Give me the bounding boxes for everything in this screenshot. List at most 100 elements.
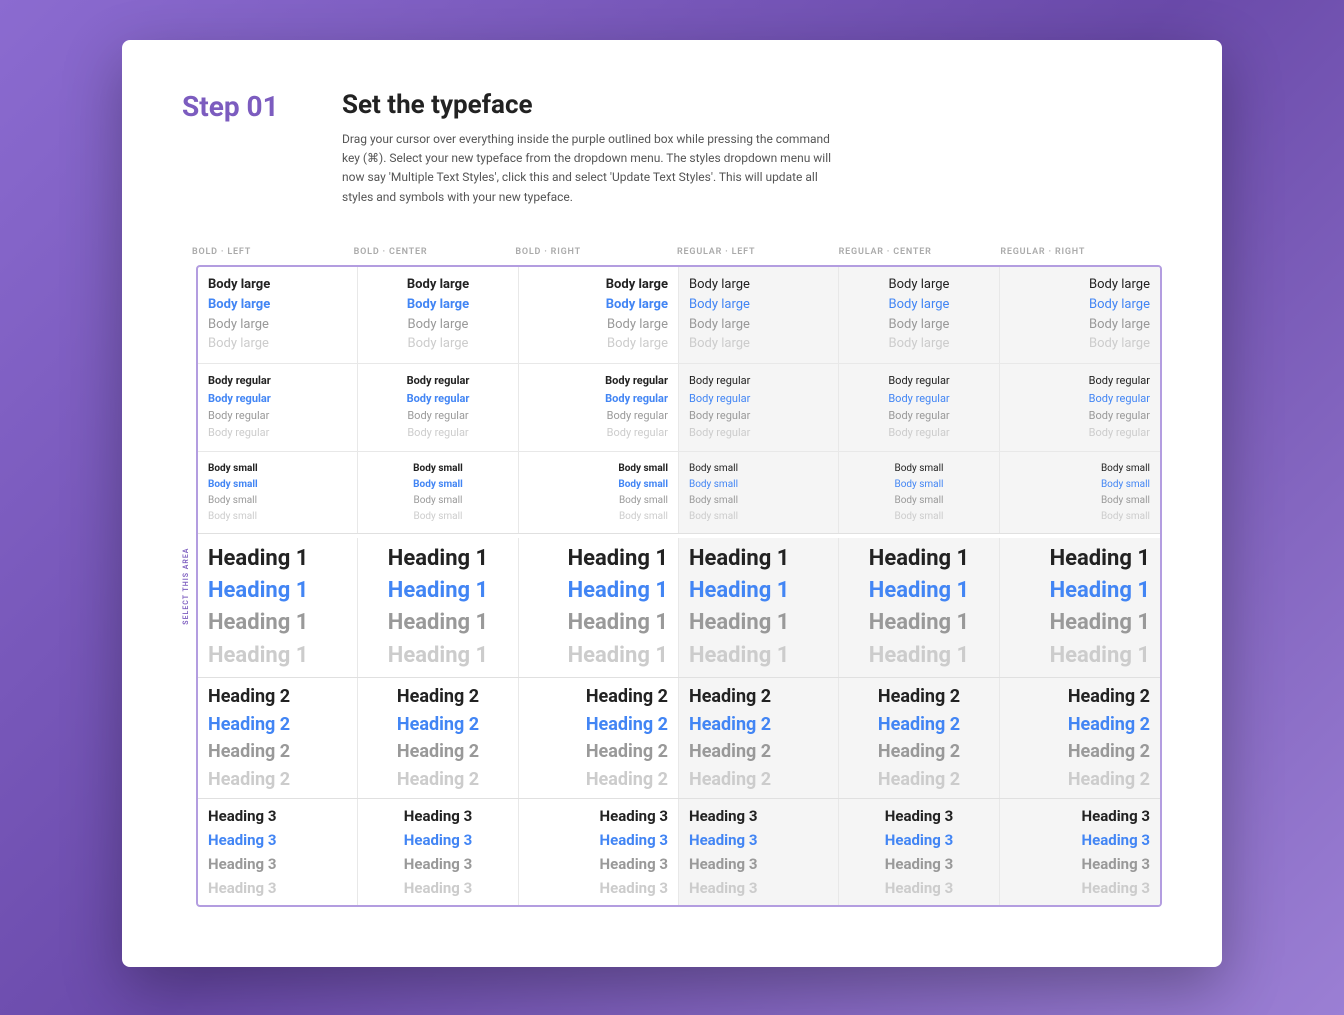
text-row: Body large	[1010, 277, 1150, 294]
h3-col-1: Heading 3 Heading 3 Heading 3 Heading 3	[358, 799, 518, 905]
columns-header: BOLD · LEFT BOLD · CENTER BOLD · RIGHT R…	[182, 247, 1162, 257]
body-regular-section: Body regular Body regular Body regular B…	[198, 364, 1160, 451]
text-row: Body small	[368, 510, 507, 523]
h1-col-5: Heading 1 Heading 1 Heading 1 Heading 1	[1000, 538, 1160, 678]
body-small-col-0: Body small Body small Body small Body sm…	[198, 452, 358, 533]
h2-col-4: Heading 2 Heading 2 Heading 2 Heading 2	[839, 678, 999, 798]
text-row: Body small	[529, 494, 668, 507]
body-small-col-4: Body small Body small Body small Body sm…	[839, 452, 999, 533]
heading1-row: Heading 1	[529, 643, 668, 669]
text-row: Body regular	[529, 426, 668, 440]
step-number: Step 01	[182, 90, 302, 123]
heading2-row: Heading 2	[208, 741, 347, 763]
heading3-row: Heading 3	[689, 807, 828, 825]
h1-col-0: Heading 1 Heading 1 Heading 1 Heading 1	[198, 538, 358, 678]
text-row: Body regular	[368, 426, 507, 440]
heading1-row: Heading 1	[849, 643, 988, 669]
heading2-row: Heading 2	[529, 714, 668, 736]
heading2-row: Heading 2	[1010, 769, 1150, 791]
heading2-row: Heading 2	[529, 769, 668, 791]
heading1-row: Heading 1	[1010, 643, 1150, 669]
text-row: Body small	[368, 494, 507, 507]
text-row: Body large	[208, 317, 347, 334]
heading2-row: Heading 2	[689, 741, 828, 763]
heading1-row: Heading 1	[689, 578, 828, 604]
body-large-col-2: Body large Body large Body large Body la…	[519, 267, 679, 364]
text-row: Body regular	[529, 392, 668, 406]
text-row: Body regular	[368, 374, 507, 388]
heading1-row: Heading 1	[368, 578, 507, 604]
heading1-row: Heading 1	[208, 643, 347, 669]
h2-col-1: Heading 2 Heading 2 Heading 2 Heading 2	[358, 678, 518, 798]
heading2-row: Heading 2	[529, 686, 668, 708]
text-row: Body large	[849, 317, 988, 334]
text-row: Body small	[689, 510, 828, 523]
heading2-row: Heading 2	[689, 714, 828, 736]
text-row: Body regular	[1010, 392, 1150, 406]
heading1-row: Heading 1	[368, 643, 507, 669]
heading1-row: Heading 1	[689, 643, 828, 669]
text-row: Body small	[368, 478, 507, 491]
heading2-row: Heading 2	[368, 769, 507, 791]
heading2-row: Heading 2	[1010, 714, 1150, 736]
text-row: Body small	[689, 462, 828, 475]
text-row: Body small	[368, 462, 507, 475]
h3-col-5: Heading 3 Heading 3 Heading 3 Heading 3	[1000, 799, 1160, 905]
heading2-row: Heading 2	[208, 686, 347, 708]
heading1-row: Heading 1	[368, 610, 507, 636]
body-large-col-4: Body large Body large Body large Body la…	[839, 267, 999, 364]
text-row: Body large	[368, 277, 507, 294]
h1-col-1: Heading 1 Heading 1 Heading 1 Heading 1	[358, 538, 518, 678]
text-row: Body large	[529, 297, 668, 314]
heading1-row: Heading 1	[849, 610, 988, 636]
heading2-row: Heading 2	[689, 686, 828, 708]
body-regular-col-4: Body regular Body regular Body regular B…	[839, 364, 999, 450]
text-row: Body large	[849, 336, 988, 353]
text-row: Body small	[529, 462, 668, 475]
text-row: Body regular	[1010, 426, 1150, 440]
text-row: Body small	[529, 478, 668, 491]
heading1-row: Heading 1	[529, 578, 668, 604]
body-small-col-5: Body small Body small Body small Body sm…	[1000, 452, 1160, 533]
heading3-row: Heading 3	[529, 807, 668, 825]
body-small-col-3: Body small Body small Body small Body sm…	[679, 452, 839, 533]
text-row: Body small	[1010, 494, 1150, 507]
body-large-section: Body large Body large Body large Body la…	[198, 267, 1160, 365]
select-area-wrapper: SELECT THIS AREA Body large Body large B…	[182, 265, 1162, 908]
page-description: Drag your cursor over everything inside …	[342, 130, 842, 207]
h1-col-2: Heading 1 Heading 1 Heading 1 Heading 1	[519, 538, 679, 678]
text-row: Body regular	[208, 409, 347, 423]
body-regular-col-2: Body regular Body regular Body regular B…	[519, 364, 679, 450]
h2-col-5: Heading 2 Heading 2 Heading 2 Heading 2	[1000, 678, 1160, 798]
body-small-col-1: Body small Body small Body small Body sm…	[358, 452, 518, 533]
body-large-col-3: Body large Body large Body large Body la…	[679, 267, 839, 364]
text-row: Body large	[208, 336, 347, 353]
text-row: Body regular	[849, 374, 988, 388]
body-large-col-1: Body large Body large Body large Body la…	[358, 267, 518, 364]
h3-col-4: Heading 3 Heading 3 Heading 3 Heading 3	[839, 799, 999, 905]
heading3-row: Heading 3	[368, 879, 507, 897]
heading2-section: Heading 2 Heading 2 Heading 2 Heading 2 …	[198, 677, 1160, 798]
heading3-row: Heading 3	[368, 831, 507, 849]
heading1-row: Heading 1	[1010, 610, 1150, 636]
heading1-row: Heading 1	[849, 546, 988, 572]
heading2-row: Heading 2	[849, 686, 988, 708]
heading1-row: Heading 1	[208, 546, 347, 572]
heading3-row: Heading 3	[529, 855, 668, 873]
body-small-col-2: Body small Body small Body small Body sm…	[519, 452, 679, 533]
heading1-row: Heading 1	[368, 546, 507, 572]
h2-col-2: Heading 2 Heading 2 Heading 2 Heading 2	[519, 678, 679, 798]
heading2-row: Heading 2	[1010, 741, 1150, 763]
text-row: Body regular	[689, 392, 828, 406]
text-row: Body large	[689, 277, 828, 294]
text-row: Body small	[208, 510, 347, 523]
text-row: Body small	[849, 494, 988, 507]
heading3-row: Heading 3	[208, 879, 347, 897]
heading3-row: Heading 3	[1010, 879, 1150, 897]
heading1-row: Heading 1	[689, 610, 828, 636]
text-row: Body regular	[689, 409, 828, 423]
heading2-row: Heading 2	[368, 686, 507, 708]
h1-col-4: Heading 1 Heading 1 Heading 1 Heading 1	[839, 538, 999, 678]
text-row: Body small	[1010, 478, 1150, 491]
heading2-row: Heading 2	[849, 714, 988, 736]
